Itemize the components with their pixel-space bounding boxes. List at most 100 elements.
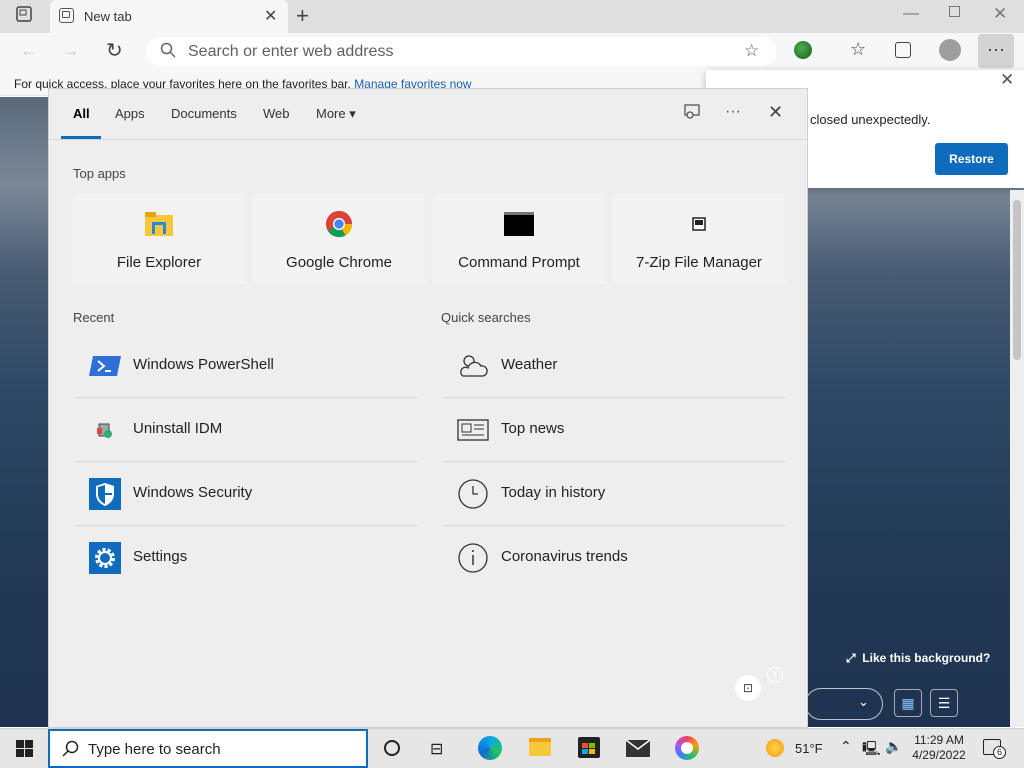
app-file-explorer[interactable]: File Explorer: [73, 194, 245, 284]
top-apps-heading: Top apps: [73, 166, 126, 181]
layout-dropdown[interactable]: ⌄: [805, 688, 883, 720]
chrome-icon: [325, 210, 353, 238]
search-icon: [160, 42, 176, 63]
profile-avatar[interactable]: [939, 39, 961, 61]
cortana-icon[interactable]: [384, 740, 400, 756]
system-clock[interactable]: 11:29 AM 4/29/2022: [908, 733, 970, 763]
recent-heading: Recent: [73, 310, 115, 325]
recent-label: Windows Security: [133, 484, 253, 501]
quick-search-today-in-history[interactable]: Today in history: [441, 462, 785, 526]
uninstall-icon: [97, 423, 112, 438]
tab-actions-icon[interactable]: [16, 6, 32, 27]
app-label: 7-Zip File Manager: [636, 254, 762, 271]
7zip-icon: [692, 217, 706, 231]
clock-date: 4/29/2022: [912, 748, 966, 762]
file-explorer-taskbar-icon[interactable]: [529, 738, 551, 756]
add-favorite-icon[interactable]: ☆: [744, 41, 759, 61]
caret-down-icon: ▾: [349, 106, 356, 121]
edge-taskbar-icon[interactable]: [478, 736, 502, 760]
tab-documents[interactable]: Documents: [171, 106, 237, 121]
like-background-text: Like this background?: [862, 651, 991, 665]
settings-more-button[interactable]: ···: [978, 34, 1014, 68]
close-tab-icon[interactable]: ✕: [264, 6, 277, 26]
restore-message: closed unexpectedly.: [810, 112, 931, 127]
back-icon[interactable]: ←: [20, 40, 38, 61]
windows-start-icon[interactable]: [16, 740, 33, 760]
refresh-icon[interactable]: ↻: [106, 38, 123, 63]
app-label: File Explorer: [116, 254, 202, 271]
scrollbar-thumb[interactable]: [1013, 200, 1021, 360]
news-icon: [457, 419, 489, 441]
shield-icon: [89, 478, 121, 510]
page-scrollbar[interactable]: [1010, 190, 1024, 727]
quick-search-coronavirus-trends[interactable]: Coronavirus trends: [441, 526, 785, 590]
powershell-icon: [89, 356, 121, 376]
tab-all[interactable]: All: [73, 106, 90, 121]
search-tabs: All Apps Documents Web More ▾ ··· ✕: [49, 89, 807, 140]
search-icon: [62, 740, 79, 760]
task-view-icon[interactable]: ⊟: [430, 739, 443, 759]
quick-search-top-news[interactable]: Top news: [441, 398, 785, 462]
clock-time: 11:29 AM: [914, 733, 964, 747]
taskbar-search-placeholder: Type here to search: [88, 741, 221, 758]
close-popup-icon[interactable]: ✕: [1000, 70, 1014, 90]
minimize-icon[interactable]: —: [903, 5, 919, 23]
visual-search-icon[interactable]: ⊡: [735, 675, 761, 701]
favorites-icon[interactable]: ☆: [850, 39, 866, 60]
quick-search-weather[interactable]: Weather: [441, 334, 785, 398]
gear-icon: [89, 542, 121, 574]
tab-web[interactable]: Web: [263, 106, 290, 121]
new-tab-plus-icon[interactable]: +: [296, 3, 309, 29]
restore-button[interactable]: Restore: [935, 143, 1008, 175]
tab-more[interactable]: More ▾: [316, 106, 356, 122]
chevron-up-icon[interactable]: ⌃: [840, 738, 852, 755]
recent-label: Uninstall IDM: [133, 420, 223, 437]
chevron-down-icon: ⌄: [858, 694, 869, 709]
list-view-icon[interactable]: ☰: [930, 689, 958, 717]
quick-label: Top news: [501, 420, 565, 437]
more-options-icon[interactable]: ···: [725, 103, 741, 121]
extension-icon[interactable]: [794, 41, 812, 59]
close-window-icon[interactable]: ✕: [993, 4, 1007, 24]
restore-window-icon[interactable]: [949, 6, 960, 17]
tab-apps[interactable]: Apps: [115, 106, 145, 121]
grid-view-icon[interactable]: ▦: [894, 689, 922, 717]
taskbar-search-box[interactable]: Type here to search: [48, 729, 368, 768]
tab-new-tab[interactable]: New tab ✕: [50, 0, 288, 33]
app-google-chrome[interactable]: Google Chrome: [253, 194, 425, 284]
app-command-prompt[interactable]: Command Prompt: [433, 194, 605, 284]
quick-label: Coronavirus trends: [501, 548, 628, 565]
tab-more-label: More: [316, 106, 346, 121]
mail-taskbar-icon[interactable]: [625, 739, 651, 757]
recent-item-uninstall-idm[interactable]: Uninstall IDM: [73, 398, 417, 462]
terminal-icon: [504, 212, 534, 236]
recent-label: Settings: [133, 548, 188, 565]
app-7zip[interactable]: 7-Zip File Manager: [613, 194, 785, 284]
recent-item-powershell[interactable]: Windows PowerShell: [73, 334, 417, 398]
browser-taskbar-icon[interactable]: [675, 736, 699, 760]
quick-label: Today in history: [501, 484, 606, 501]
recent-item-windows-security[interactable]: Windows Security: [73, 462, 417, 526]
feedback-icon[interactable]: [683, 103, 701, 124]
collections-icon[interactable]: [895, 42, 911, 58]
weather-sun-icon[interactable]: [766, 739, 784, 757]
forward-icon[interactable]: →: [62, 40, 80, 61]
volume-icon[interactable]: 🔈: [885, 738, 902, 755]
app-label: Command Prompt: [458, 254, 580, 271]
store-taskbar-icon[interactable]: [578, 737, 600, 758]
info-icon: [458, 543, 488, 573]
close-panel-icon[interactable]: ✕: [768, 102, 783, 123]
weather-icon: [460, 355, 488, 377]
new-tab-icon: [59, 8, 74, 23]
notification-badge: 6: [993, 746, 1006, 759]
quick-searches-heading: Quick searches: [441, 310, 531, 325]
search-panel: All Apps Documents Web More ▾ ··· ✕ Top …: [48, 88, 808, 728]
clock-icon: [458, 479, 488, 509]
weather-temperature[interactable]: 51°F: [795, 741, 823, 756]
recent-label: Windows PowerShell: [133, 356, 274, 373]
info-icon[interactable]: i: [767, 667, 783, 683]
like-background-link[interactable]: ⤢ Like this background?: [846, 651, 990, 666]
network-icon[interactable]: 🖳: [862, 738, 881, 762]
address-bar[interactable]: Search or enter web address ☆: [146, 37, 776, 66]
recent-item-settings[interactable]: Settings: [73, 526, 417, 590]
